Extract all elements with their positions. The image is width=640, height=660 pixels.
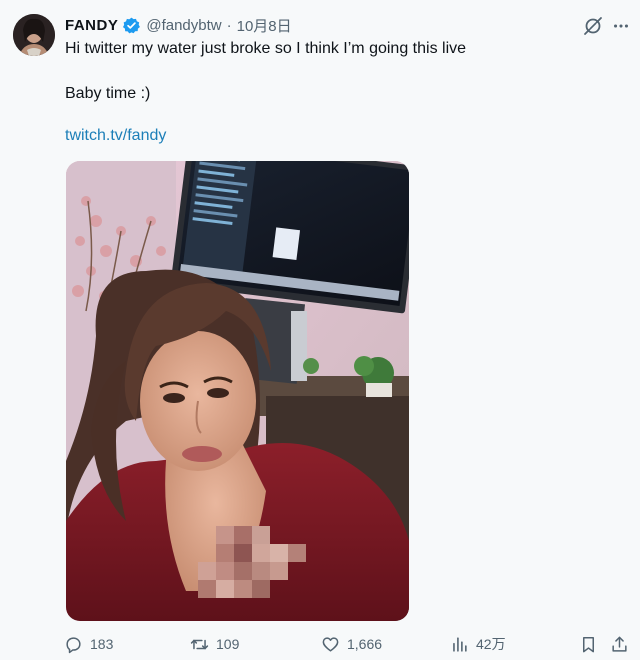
verified-badge-icon	[123, 17, 141, 34]
tweet-photo[interactable]	[66, 161, 409, 621]
retweet-icon	[190, 639, 209, 649]
more-icon	[614, 24, 628, 28]
views-count: 42万	[476, 636, 506, 652]
tweet-text-line: Baby time :)	[65, 85, 151, 102]
tweet-text-line: Hi twitter my water just broke so I thin…	[65, 40, 467, 57]
retweet-count: 109	[216, 636, 240, 652]
tweet-card[interactable]: FANDY @fandybtw · 10月8日 Hi twitter my wa…	[0, 0, 640, 660]
user-handle[interactable]: @fandybtw	[146, 17, 221, 34]
share-button[interactable]	[610, 630, 629, 658]
reply-count: 183	[90, 636, 114, 652]
views-button[interactable]: 42万	[450, 630, 506, 658]
like-button[interactable]: 1,666	[321, 630, 382, 658]
avatar[interactable]	[13, 14, 55, 56]
like-count: 1,666	[347, 636, 383, 652]
tweet-actions: 183 109 1,666 42万	[0, 630, 640, 658]
bookmark-icon	[582, 636, 595, 652]
bookmark-button[interactable]	[579, 630, 598, 658]
more-button[interactable]	[610, 15, 632, 37]
reply-icon	[66, 636, 81, 653]
tweet-link[interactable]: twitch.tv/fandy	[65, 127, 166, 145]
grok-icon	[584, 17, 602, 35]
retweet-button[interactable]: 109	[190, 630, 239, 658]
share-icon	[612, 636, 627, 652]
heart-icon	[322, 636, 339, 652]
reply-button[interactable]: 183	[64, 630, 113, 658]
views-icon	[453, 636, 467, 652]
tweet-date[interactable]: 10月8日	[237, 15, 292, 36]
grok-button[interactable]	[582, 15, 604, 37]
avatar-image	[13, 14, 55, 56]
display-name[interactable]: FANDY	[65, 17, 118, 34]
selfie-photo	[66, 161, 409, 621]
tweet-header: FANDY @fandybtw · 10月8日	[65, 14, 292, 36]
header-separator: ·	[226, 16, 232, 34]
